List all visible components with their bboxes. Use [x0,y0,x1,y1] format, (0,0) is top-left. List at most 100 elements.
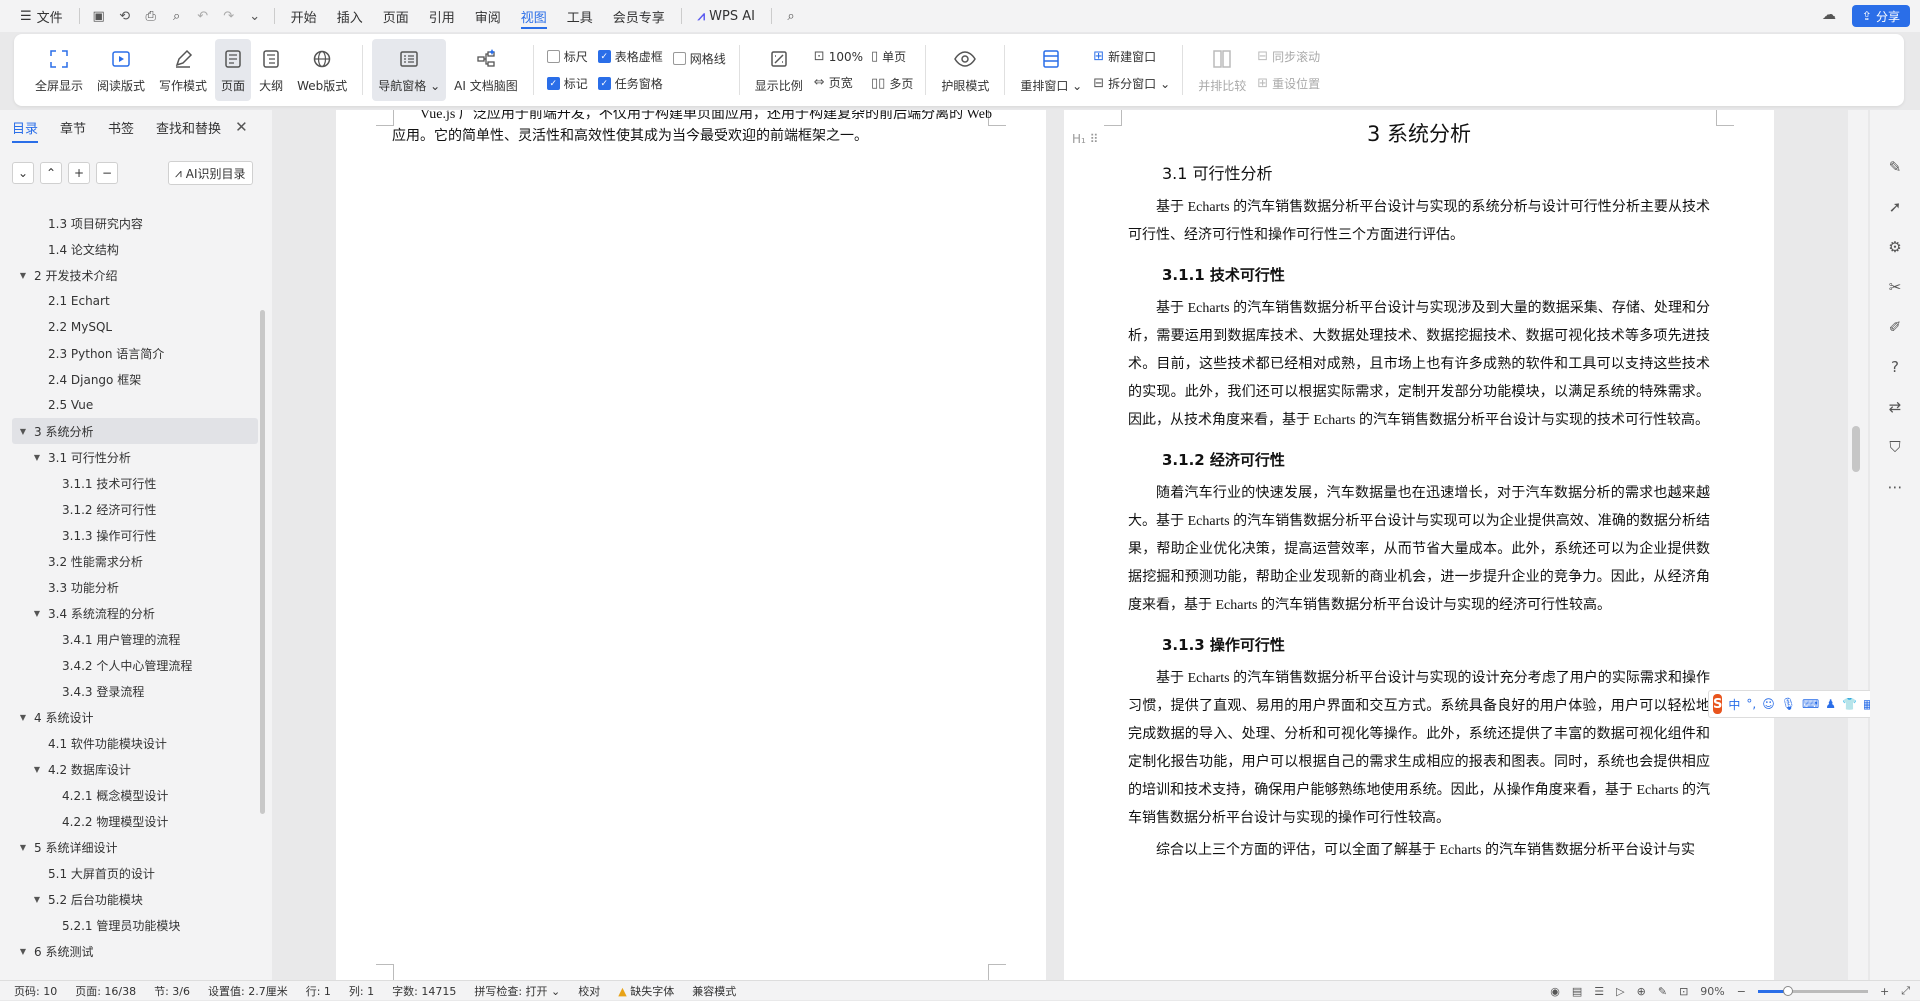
expand-toggle-icon[interactable]: ▼ [16,947,30,956]
gridlines-checkbox[interactable]: 网格线 [672,50,726,67]
toc-item[interactable]: ▼ 3.4 系统流程的分析 [12,600,258,626]
toc-item[interactable]: 4.2.2 物理模型设计 [12,808,258,834]
toc-item[interactable]: 5.1 大屏首页的设计 [12,860,258,886]
ime-toolbar[interactable]: S 中 °, ☺ 🎙 ⌨ ♟ 👕 ▦ [1708,690,1878,718]
status-proof[interactable]: 校对 [578,983,600,999]
cloud-status-icon[interactable]: ☁ [1822,7,1836,23]
outline-view-icon[interactable]: ☰ [1594,985,1604,998]
toc-item[interactable]: 2.5 Vue [12,392,258,418]
toc-item[interactable]: ▼ 6 系统测试 [12,938,258,964]
tab-chapters[interactable]: 章节 [60,118,86,137]
zoom-out-icon[interactable]: − [1737,985,1746,998]
reset-position-button[interactable]: ⊞ 重设位置 [1257,75,1320,92]
writing-mode-button[interactable]: 写作模式 [153,39,213,101]
page-left[interactable]: Vue.js 广泛应用于前端开发，不仅用于构建单页面应用，还用于构建复杂的前后端… [336,110,1046,980]
tab-find-replace[interactable]: 查找和替换 [156,118,221,137]
zoom-slider-knob[interactable] [1782,985,1793,996]
ai-mindmap-button[interactable]: AI 文档脑图 [448,39,524,101]
new-window-button[interactable]: ⊞ 新建窗口 [1093,48,1170,65]
wps-ai-button[interactable]: ⩘ WPS AI [688,0,765,32]
tab-page[interactable]: 页面 [373,0,419,32]
tab-toc[interactable]: 目录 [12,118,39,143]
fit-page-icon[interactable]: ⊡ [1679,985,1688,998]
expand-toggle-icon[interactable]: ▼ [30,895,44,904]
tab-reference[interactable]: 引用 [419,0,465,32]
expand-toggle-icon[interactable]: ▼ [16,713,30,722]
page-mode-button[interactable]: 页面 [215,39,252,101]
expand-toggle-icon[interactable]: ▼ [16,271,30,280]
toc-item[interactable]: 5.2.1 管理员功能模块 [12,912,258,938]
toc-item[interactable]: 3.1.2 经济可行性 [12,496,258,522]
status-words[interactable]: 字数: 14715 [392,983,456,999]
save-icon[interactable]: ▣ [86,0,112,32]
settings-sliders-icon[interactable]: ⚙ [1884,236,1906,258]
toc-item[interactable]: 2.3 Python 语言简介 [12,340,258,366]
toc-item[interactable]: ▼ 4.2 数据库设计 [12,756,258,782]
select-cursor-icon[interactable]: ➚ [1884,196,1906,218]
print-preview-icon[interactable]: ⌕ [164,0,190,32]
task-pane-checkbox[interactable]: ✓ 任务窗格 [597,75,663,92]
expand-toggle-icon[interactable]: ▼ [30,765,44,774]
toc-item[interactable]: 3.1.1 技术可行性 [12,470,258,496]
tab-insert[interactable]: 插入 [327,0,373,32]
nav-pane-button[interactable]: 导航窗格 ⌄ [372,39,447,101]
page-view-icon[interactable]: ▤ [1572,985,1582,998]
ime-language[interactable]: 中 [1728,696,1740,713]
expand-toggle-icon[interactable]: ▼ [30,453,44,462]
help-icon[interactable]: ? [1884,356,1906,378]
chevron-down-icon[interactable]: ⌄ [242,0,268,32]
zoom-slider[interactable] [1757,985,1868,996]
toc-item[interactable]: 3.3 功能分析 [12,574,258,600]
close-icon[interactable]: ✕ [235,118,248,136]
expand-toggle-icon[interactable]: ▼ [30,609,44,618]
toc-item[interactable]: ▼ 3 系统分析 [12,418,258,444]
web-mode-button[interactable]: Web版式 [291,39,353,101]
eye-mode-button[interactable]: 护眼模式 [935,39,995,101]
split-window-button[interactable]: ⊟ 拆分窗口 ⌄ [1093,75,1170,92]
toc-item[interactable]: 1.4 论文结构 [12,236,258,262]
rearrange-window-button[interactable]: 重排窗口 ⌄ [1014,39,1088,101]
file-menu[interactable]: ☰ 文件 [10,0,73,32]
status-missing-font[interactable]: ▲ 缺失字体 [618,983,674,999]
ai-toc-button[interactable]: ⩘ AI识别目录 [168,161,253,185]
reading-mode-button[interactable]: 阅读版式 [91,39,151,101]
toc-item[interactable]: 2.2 MySQL [12,314,258,340]
search-icon[interactable]: ⌕ [778,0,804,32]
heading-handle-icon[interactable]: H₁ ⠿ [1072,132,1098,146]
collapse-all-button[interactable]: ⌄ [12,162,34,184]
print-icon[interactable]: ⎙ [138,0,164,32]
multi-page-button[interactable]: ▯▯ 多页 [871,75,913,92]
shirt-icon[interactable]: ⛉ [1884,436,1906,458]
toc-item[interactable]: 2.4 Django 框架 [12,366,258,392]
remove-heading-button[interactable]: − [96,162,118,184]
page-width-button[interactable]: ⇔ 页宽 [814,74,863,91]
share-button[interactable]: ⇪ 分享 [1851,5,1910,27]
more-icon[interactable]: ⋯ [1884,476,1906,498]
play-icon[interactable]: ▷ [1616,985,1624,998]
zoom-in-icon[interactable]: + [1880,985,1889,998]
eye-icon[interactable]: ◉ [1550,985,1560,998]
ruler-checkbox[interactable]: 标尺 [546,48,588,65]
add-heading-button[interactable]: + [68,162,90,184]
zoom-level[interactable]: 90% [1700,985,1724,998]
pen-icon[interactable]: ✎ [1658,985,1667,998]
fullscreen-button[interactable]: 全屏显示 [29,39,89,101]
sync-icon[interactable]: ⟲ [112,0,138,32]
page-right[interactable]: H₁ ⠿ 3 系统分析 3.1 可行性分析 基于 Echarts 的汽车销售数据… [1064,110,1774,980]
toc-item[interactable]: ▼ 2 开发技术介绍 [12,262,258,288]
translate-icon[interactable]: ⇄ [1884,396,1906,418]
toc-item[interactable]: 1.3 项目研究内容 [12,210,258,236]
tab-member[interactable]: 会员专享 [603,0,675,32]
status-page[interactable]: 页码: 10 [14,983,57,999]
sync-scroll-button[interactable]: ⊟ 同步滚动 [1257,48,1320,65]
display-ratio-button[interactable]: 显示比例 [749,39,809,101]
microphone-icon[interactable]: 🎙 [1781,697,1796,711]
expand-toggle-icon[interactable]: ▼ [16,843,30,852]
toc-item[interactable]: 3.4.3 登录流程 [12,678,258,704]
expand-icon[interactable]: ⤢ [1901,984,1910,998]
expand-up-button[interactable]: ⌃ [40,162,62,184]
skin-icon[interactable]: ♟ [1825,697,1836,711]
toc-item[interactable]: ▼ 5 系统详细设计 [12,834,258,860]
tab-start[interactable]: 开始 [281,0,327,32]
toc-item[interactable]: ▼ 5.2 后台功能模块 [12,886,258,912]
